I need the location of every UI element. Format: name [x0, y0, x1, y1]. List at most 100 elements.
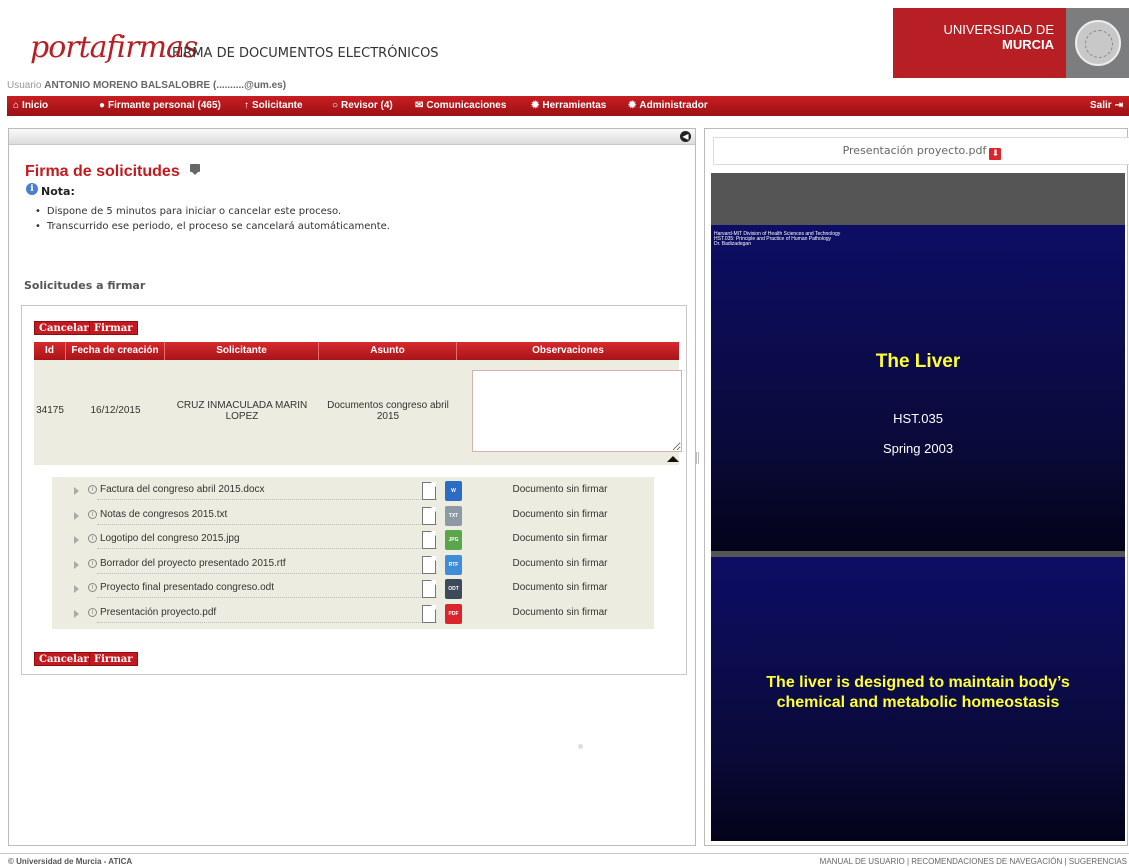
document-status: Documento sin firmar: [512, 557, 608, 569]
row-divider: [97, 548, 437, 549]
nav-item-solicitante[interactable]: ↑ Solicitante: [244, 96, 303, 116]
row-divider: [97, 621, 437, 623]
home-icon: ⌂: [13, 100, 20, 111]
cell-fecha: 16/12/2015: [90, 405, 141, 416]
document-page-icon[interactable]: [422, 555, 436, 574]
logout-button[interactable]: Salir ⇥: [1090, 96, 1126, 116]
info-icon[interactable]: i: [88, 558, 97, 568]
section-subtitle: Solicitudes a firmar: [24, 279, 146, 292]
info-icon[interactable]: i: [88, 583, 97, 592]
document-row[interactable]: i Borrador del proyecto presentado 2015.r…: [52, 554, 654, 578]
info-icon[interactable]: i: [88, 509, 97, 519]
expand-arrow-icon[interactable]: [74, 511, 79, 520]
nav-label-herramientas: Herramientas: [542, 100, 607, 111]
preview-title: Presentación proyecto.pdf ⬇: [713, 137, 1129, 165]
document-status: Documento sin firmar: [512, 533, 608, 544]
cancel-button-bottom[interactable]: Cancelar: [34, 652, 94, 666]
expand-arrow-icon[interactable]: [74, 487, 79, 495]
sign-button-top[interactable]: Firmar: [89, 321, 138, 335]
document-page-icon[interactable]: [422, 580, 436, 598]
nav-item-herramientas[interactable]: ✹ Herramientas: [531, 96, 606, 116]
document-name[interactable]: Logotipo del congreso 2015.jpg: [100, 533, 240, 544]
nav-item-firmante[interactable]: ● Firmante personal (465): [99, 96, 221, 116]
document-row[interactable]: i Logotipo del congreso 2015.jpg JPG Docume…: [52, 529, 654, 553]
odt-file-icon[interactable]: ODT: [445, 579, 462, 599]
document-name[interactable]: Factura del congreso abril 2015.docx: [100, 484, 265, 495]
document-page-icon[interactable]: [422, 506, 436, 525]
slide-page-2: The liver is designed to maintain body’s…: [711, 557, 1125, 841]
column-header-solicitante[interactable]: Solicitante: [165, 342, 319, 360]
document-name[interactable]: Proyecto final presentado congreso.odt: [100, 582, 274, 593]
column-header-id[interactable]: Id: [34, 342, 66, 360]
info-icon[interactable]: i: [88, 534, 97, 543]
txt-file-icon[interactable]: TXT: [445, 505, 462, 526]
cell-solicitante: CRUZ INMACULADA MARIN LOPEZ: [165, 400, 319, 422]
row-divider: [97, 597, 437, 598]
nav-label-comunicaciones: Comunicaciones: [426, 100, 507, 111]
row-divider: [97, 572, 437, 574]
preview-filename: Presentación proyecto.pdf: [842, 144, 987, 157]
user-icon: ●: [99, 100, 106, 111]
nav-item-comunicaciones[interactable]: ✉ Comunicaciones: [415, 96, 506, 116]
user-name: ANTONIO MORENO BALSALOBRE (..........@um…: [44, 80, 287, 91]
slide-term: Spring 2003: [882, 441, 954, 456]
column-header-observaciones[interactable]: Observaciones: [457, 342, 679, 360]
document-row[interactable]: i Proyecto final presentado congreso.odt O…: [52, 578, 654, 602]
document-row[interactable]: i Notas de congresos 2015.txt TXT Documento…: [52, 505, 654, 529]
nav-item-inicio[interactable]: ⌂ Inicio: [13, 96, 48, 116]
expand-arrow-icon[interactable]: [74, 585, 79, 593]
expand-arrow-icon[interactable]: [74, 560, 79, 569]
pdf-viewer[interactable]: Harvard-MIT Division of Health Sciences …: [711, 173, 1125, 841]
rtf-file-icon[interactable]: RTF: [445, 554, 462, 575]
document-name[interactable]: Presentación proyecto.pdf: [100, 607, 216, 618]
panel-splitter-handle[interactable]: [696, 452, 699, 464]
user-prefix: Usuario: [7, 80, 45, 91]
note-item: Dispone de 5 minutos para iniciar o canc…: [35, 204, 390, 219]
nav-item-revisor[interactable]: ○ Revisor (4): [332, 96, 393, 116]
expand-arrow-icon[interactable]: [74, 536, 79, 544]
logout-icon: ⇥: [1114, 100, 1124, 111]
info-icon[interactable]: i: [88, 485, 97, 494]
info-icon: i: [26, 183, 38, 195]
upload-arrow-icon: ↑: [244, 100, 249, 111]
admin-gear-icon: ✹: [628, 100, 637, 111]
nav-item-administrador[interactable]: ✹ Administrador: [628, 96, 708, 116]
document-name[interactable]: Borrador del proyecto presentado 2015.rt…: [100, 558, 286, 569]
jpg-file-icon[interactable]: JPG: [445, 530, 462, 550]
main-navigation: ⌂ Inicio ● Firmante personal (465) ↑ Solici…: [7, 96, 1129, 116]
document-row[interactable]: i Factura del congreso abril 2015.docx W Do…: [52, 480, 654, 504]
cell-solicitante-line-2: LOPEZ: [225, 411, 259, 422]
footer-links[interactable]: MANUAL DE USUARIO | RECOMENDACIONES DE N…: [820, 857, 1127, 866]
download-icon[interactable]: ⬇: [989, 148, 1002, 160]
page-title: Firma de solicitudes: [25, 163, 180, 180]
docx-file-icon[interactable]: W: [445, 481, 462, 501]
collapse-panel-button[interactable]: ◀: [680, 131, 691, 142]
document-status: Documento sin firmar: [512, 484, 608, 495]
observaciones-textarea[interactable]: [472, 370, 682, 452]
sign-button-bottom[interactable]: Firmar: [89, 652, 138, 666]
expand-arrow-icon[interactable]: [74, 609, 79, 618]
cancel-button-top[interactable]: Cancelar: [34, 321, 94, 335]
university-line-2: MURCIA: [1002, 37, 1054, 52]
footer: © Universidad de Murcia - ATICA MANUAL D…: [0, 853, 1129, 868]
university-line-1: UNIVERSIDAD DE: [943, 22, 1054, 37]
document-row[interactable]: i Presentación proyecto.pdf PDF Documento s…: [52, 603, 654, 627]
info-icon[interactable]: i: [88, 607, 97, 617]
cell-asunto: Documentos congreso abril 2015: [319, 400, 457, 422]
pdf-file-icon[interactable]: PDF: [445, 603, 462, 624]
document-page-icon[interactable]: [422, 604, 436, 623]
document-page-icon[interactable]: [422, 531, 436, 549]
app-title: FIRMA DE DOCUMENTOS ELECTRÓNICOS: [172, 46, 439, 61]
panel-toolbar: ◀: [9, 129, 695, 145]
university-banner[interactable]: UNIVERSIDAD DE MURCIA: [893, 8, 1066, 78]
document-name[interactable]: Notas de congresos 2015.txt: [100, 509, 227, 520]
column-header-asunto[interactable]: Asunto: [319, 342, 457, 360]
note-item: Transcurrido ese periodo, el proceso se …: [35, 219, 390, 234]
requests-panel: ◀ Firma de solicitudes i Nota: Dispone d…: [8, 128, 696, 846]
collapse-row-arrow-icon[interactable]: [667, 456, 679, 462]
document-page-icon[interactable]: [422, 482, 436, 500]
cell-solicitante-line-1: CRUZ INMACULADA MARIN: [176, 400, 308, 411]
column-header-fecha[interactable]: Fecha de creación: [66, 342, 165, 360]
table-row[interactable]: 34175 16/12/2015 CRUZ INMACULADA MARIN L…: [34, 360, 682, 465]
comment-icon[interactable]: [190, 164, 200, 175]
